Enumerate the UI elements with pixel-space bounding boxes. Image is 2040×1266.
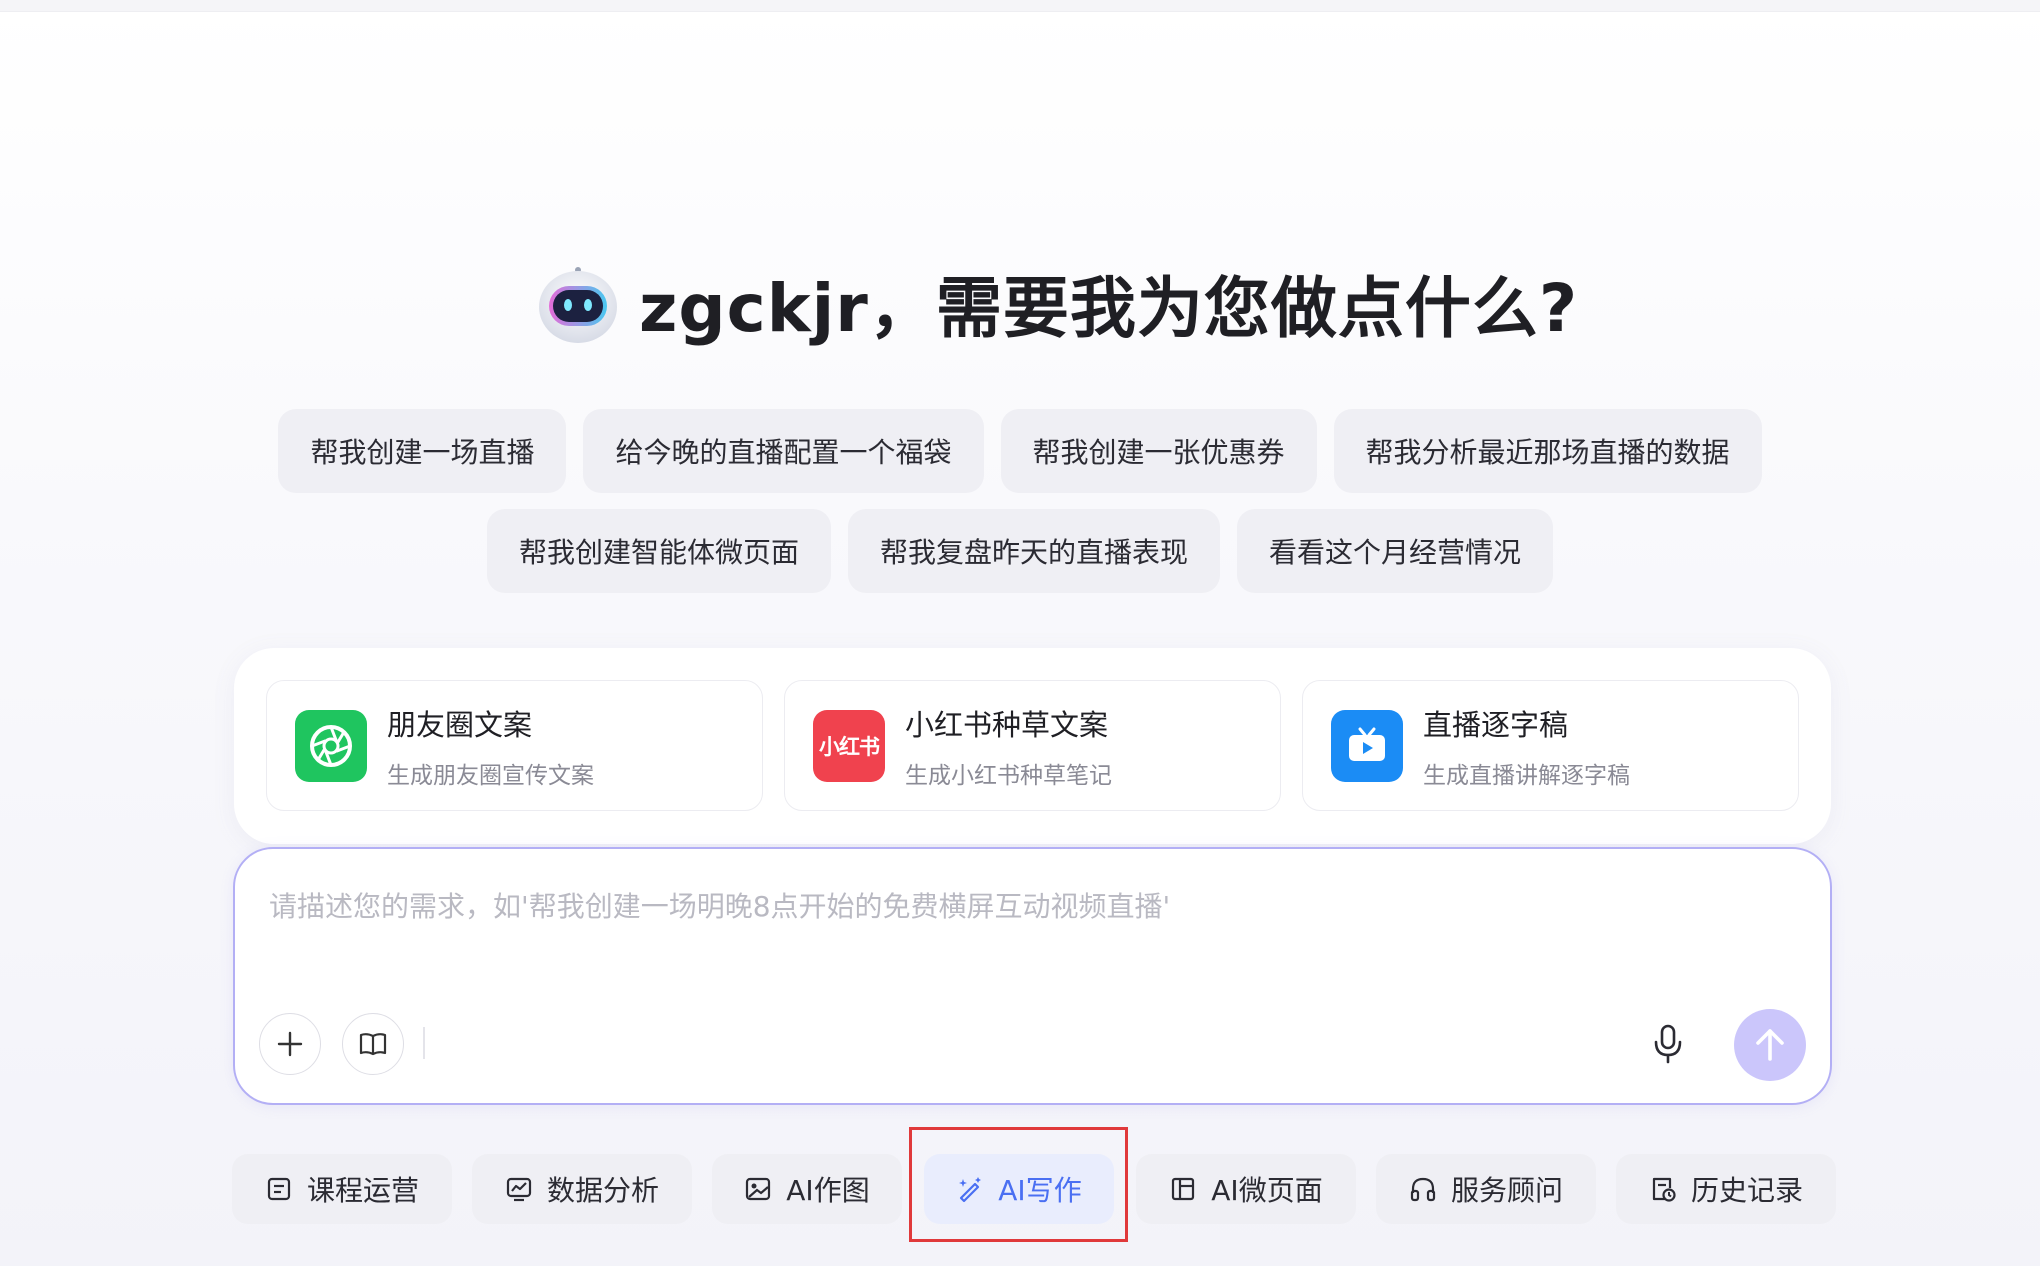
nav-label: 历史记录 bbox=[1690, 1174, 1803, 1207]
nav-data-analysis[interactable]: 数据分析 bbox=[472, 1154, 692, 1224]
chart-icon bbox=[506, 1177, 532, 1202]
nav-label: 数据分析 bbox=[546, 1174, 659, 1207]
tool-subtitle: 生成直播讲解逐字稿 bbox=[1423, 762, 1630, 789]
layout-icon bbox=[1172, 1177, 1195, 1201]
xiaohongshu-logo-text: 小红书 bbox=[819, 734, 880, 759]
input-divider bbox=[423, 1027, 425, 1059]
nav-label: 服务顾问 bbox=[1450, 1174, 1563, 1207]
robot-avatar-icon bbox=[535, 260, 621, 346]
top-bar bbox=[0, 0, 2040, 12]
arrow-up-icon bbox=[1756, 1029, 1784, 1061]
suggestion-chip[interactable]: 帮我分析最近那场直播的数据 bbox=[1333, 409, 1762, 493]
tool-moments-copy[interactable]: 朋友圈文案 生成朋友圈宣传文案 bbox=[266, 680, 763, 811]
suggestion-chip[interactable]: 看看这个月经营情况 bbox=[1237, 509, 1554, 593]
suggestion-row-1: 帮我创建一场直播 给今晚的直播配置一个福袋 帮我创建一张优惠券 帮我分析最近那场… bbox=[0, 409, 2040, 493]
xiaohongshu-logo: 小红书 bbox=[813, 709, 885, 782]
knowledge-base-button[interactable] bbox=[342, 1013, 404, 1075]
headset-icon bbox=[1410, 1177, 1436, 1202]
nav-ai-micropage[interactable]: AI微页面 bbox=[1136, 1154, 1356, 1224]
nav-history[interactable]: 历史记录 bbox=[1616, 1154, 1836, 1224]
greeting-header: zgckjr，需要我为您做点什么? bbox=[535, 255, 1578, 351]
aperture-icon bbox=[295, 709, 367, 782]
selection-highlight-box bbox=[909, 1127, 1128, 1242]
history-icon bbox=[1652, 1177, 1676, 1202]
tv-play-icon bbox=[1331, 709, 1403, 782]
nav-course-ops[interactable]: 课程运营 bbox=[232, 1154, 452, 1224]
suggestion-chip[interactable]: 帮我创建一场直播 bbox=[278, 409, 567, 493]
suggestion-row-2: 帮我创建智能体微页面 帮我复盘昨天的直播表现 看看这个月经营情况 bbox=[0, 509, 2040, 593]
tool-live-script[interactable]: 直播逐字稿 生成直播讲解逐字稿 bbox=[1302, 680, 1799, 811]
suggestion-chip[interactable]: 帮我创建智能体微页面 bbox=[486, 509, 831, 593]
nav-ai-image[interactable]: AI作图 bbox=[712, 1154, 902, 1224]
nav-label: AI微页面 bbox=[1211, 1174, 1323, 1207]
add-button[interactable] bbox=[259, 1013, 321, 1075]
tool-subtitle: 生成小红书种草笔记 bbox=[905, 762, 1112, 789]
suggestion-chip[interactable]: 给今晚的直播配置一个福袋 bbox=[583, 409, 984, 493]
prompt-input-box bbox=[233, 847, 1832, 1105]
list-icon bbox=[267, 1177, 291, 1201]
writing-tools-card: 朋友圈文案 生成朋友圈宣传文案 小红书 小红书种草文案 生成小红书种草笔记 直播… bbox=[234, 648, 1831, 844]
tool-subtitle: 生成朋友圈宣传文案 bbox=[387, 762, 594, 789]
suggestion-chip[interactable]: 帮我创建一张优惠券 bbox=[1000, 409, 1317, 493]
voice-input-button[interactable] bbox=[1648, 1024, 1688, 1064]
nav-label: AI作图 bbox=[786, 1174, 870, 1207]
image-icon bbox=[746, 1177, 771, 1201]
nav-service-advisor[interactable]: 服务顾问 bbox=[1376, 1154, 1596, 1224]
tool-title: 朋友圈文案 bbox=[387, 707, 533, 742]
prompt-input[interactable] bbox=[269, 885, 1789, 985]
suggestion-chip[interactable]: 帮我复盘昨天的直播表现 bbox=[847, 509, 1220, 593]
greeting-title: zgckjr，需要我为您做点什么? bbox=[639, 270, 1579, 347]
tool-xiaohongshu-copy[interactable]: 小红书 小红书种草文案 生成小红书种草笔记 bbox=[784, 680, 1281, 811]
book-icon bbox=[359, 1033, 387, 1056]
microphone-icon bbox=[1654, 1024, 1682, 1064]
tool-title: 直播逐字稿 bbox=[1423, 707, 1569, 742]
plus-icon bbox=[277, 1031, 303, 1057]
nav-label: 课程运营 bbox=[306, 1174, 419, 1207]
send-button[interactable] bbox=[1734, 1009, 1806, 1081]
tool-title: 小红书种草文案 bbox=[905, 707, 1109, 742]
